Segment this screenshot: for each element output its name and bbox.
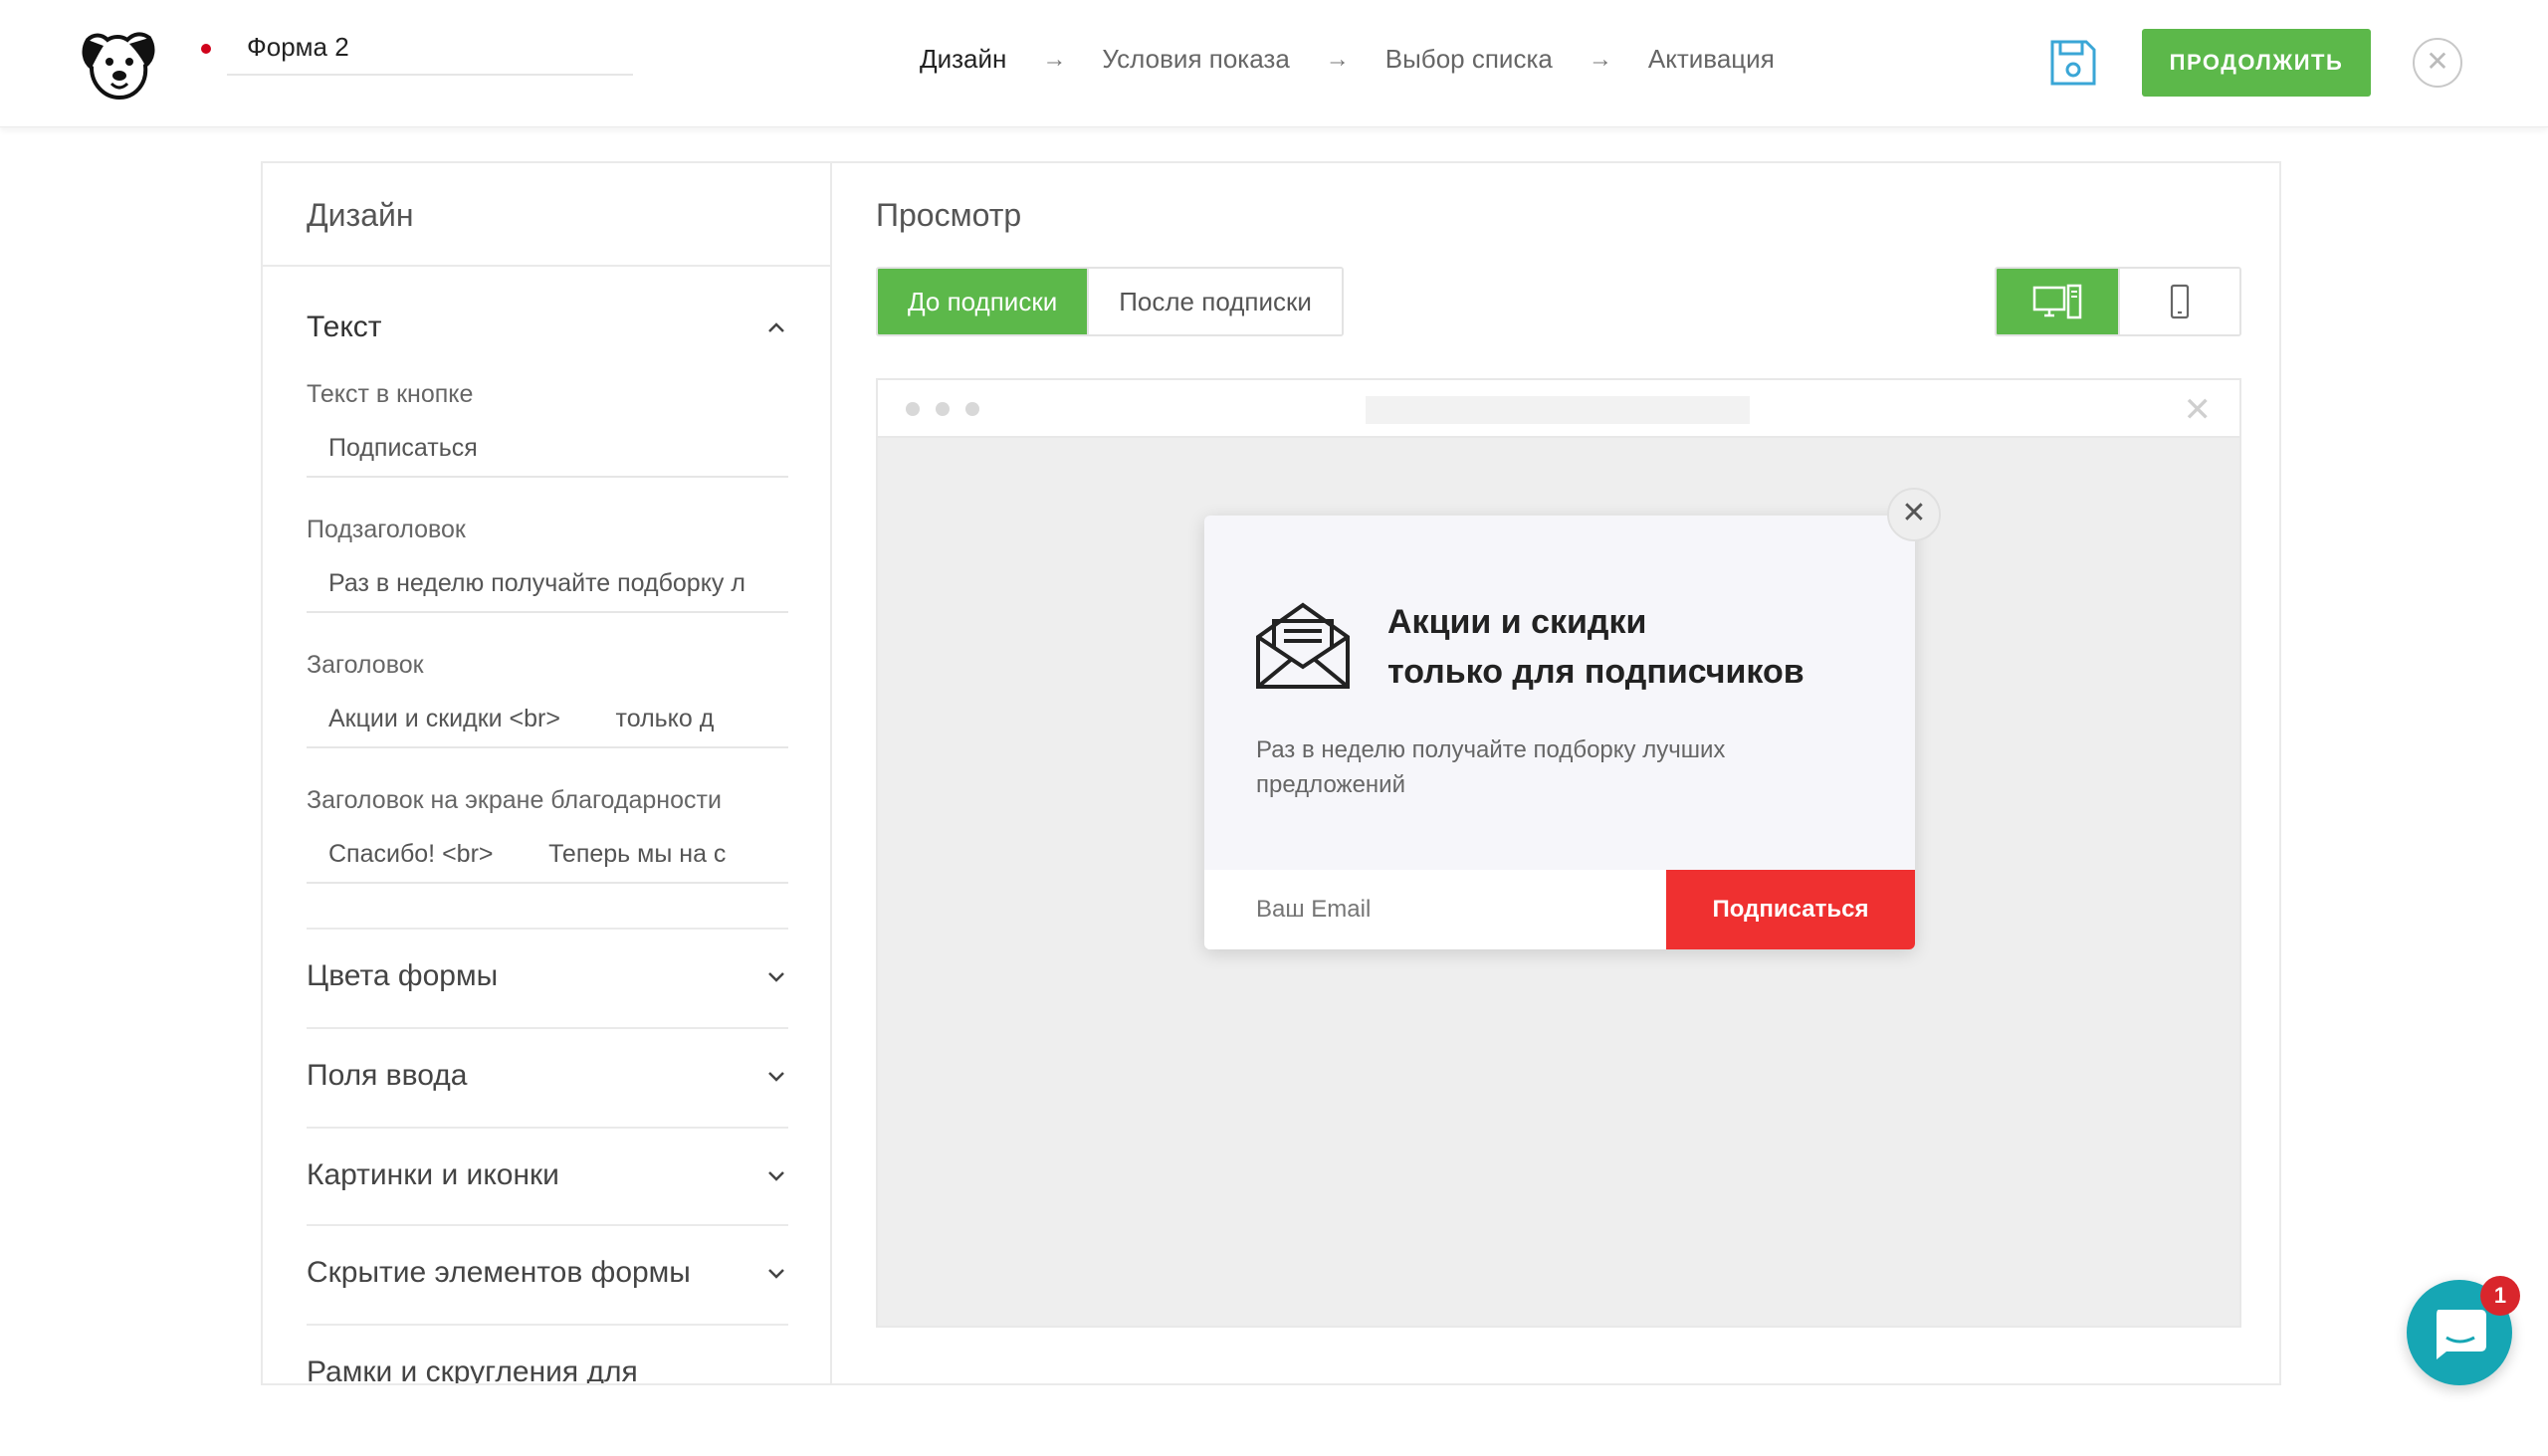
arrow-icon: → [1588,45,1612,73]
divider [307,1224,788,1226]
wizard-steps: Дизайн → Условия показа → Выбор списка →… [920,44,1775,75]
subscription-popup: ✕ Акции и скидки только для подписчиков … [1204,488,1941,949]
chevron-up-icon [768,322,784,332]
settings-panel: Дизайн Текст Текст в кнопке Подписаться … [263,163,832,1383]
step-list-selection[interactable]: Выбор списка [1385,44,1553,75]
tab-after-subscribe[interactable]: После подписки [1087,269,1342,334]
chevron-down-icon [768,972,784,982]
field-label-subtitle: Подзаголовок [307,516,466,543]
popup-form: Подписаться [1204,870,1915,949]
section-text-header[interactable]: Текст [307,311,788,344]
email-input[interactable] [1204,870,1666,949]
step-activation[interactable]: Активация [1648,44,1775,75]
section-title: Скрытие элементов формы [307,1256,691,1289]
section-title: Рамки и скругления для [307,1355,638,1383]
popup-subtitle: Раз в неделю получайте подборку лучших п… [1256,736,1726,798]
browser-mockup: ✕ ✕ Акции и скидки только для подписчико… [876,378,2241,1328]
tab-before-subscribe[interactable]: До подписки [878,269,1088,334]
settings-panel-title: Дизайн [263,163,830,267]
divider [307,1027,788,1029]
continue-button[interactable]: ПРОДОЛЖИТЬ [2142,29,2371,97]
device-toggle [1995,267,2241,336]
notification-badge: 1 [2480,1276,2520,1316]
divider [307,1324,788,1326]
divider [307,1127,788,1129]
title-input[interactable]: Акции и скидки <br> только д [307,689,788,748]
arrow-icon: → [1325,45,1350,73]
step-design[interactable]: Дизайн [920,44,1006,75]
top-bar: Дизайн → Условия показа → Выбор списка →… [0,0,2548,127]
section-borders[interactable]: Рамки и скругления для [307,1355,788,1383]
field-label-button-text: Текст в кнопке [307,380,474,408]
window-dot [936,402,950,416]
section-hide-elements[interactable]: Скрытие элементов формы [307,1256,788,1290]
section-text-title: Текст [307,311,382,343]
section-title: Цвета формы [307,959,499,992]
chevron-down-icon [768,1171,784,1181]
form-name-input[interactable] [227,20,633,76]
popup-title-line: Акции и скидки [1387,603,1647,641]
section-form-colors[interactable]: Цвета формы [307,959,788,993]
desktop-view-button[interactable] [1997,269,2118,334]
browser-close-icon: ✕ [2183,391,2213,429]
browser-toolbar: ✕ [878,380,2239,438]
popup-close-icon[interactable]: ✕ [1887,488,1941,541]
preview-panel: Просмотр До подписки После подписки ✕ ✕ … [834,163,2281,1383]
arrow-icon: → [1042,45,1067,73]
section-title: Картинки и иконки [307,1158,559,1191]
close-icon[interactable]: ✕ [2413,38,2462,88]
thanks-title-input[interactable]: Спасибо! <br> Теперь мы на с [307,824,788,884]
window-dot [965,402,979,416]
preview-title: Просмотр [876,197,1022,233]
section-images-icons[interactable]: Картинки и иконки [307,1158,788,1192]
chevron-down-icon [768,1269,784,1279]
envelope-icon [1256,602,1350,689]
desktop-icon [2032,284,2082,319]
step-display-conditions[interactable]: Условия показа [1102,44,1289,75]
unsaved-indicator [201,44,211,54]
mobile-view-button[interactable] [2118,269,2239,334]
chevron-down-icon [768,1072,784,1082]
editor-card: Дизайн Текст Текст в кнопке Подписаться … [261,161,2281,1385]
subtitle-input[interactable]: Раз в неделю получайте подборку л [307,553,788,613]
section-title: Поля ввода [307,1059,468,1092]
popup-title-line: только для подписчиков [1387,653,1805,691]
field-label-thanks-title: Заголовок на экране благодарности [307,786,722,814]
popup-title: Акции и скидки только для подписчиков [1387,597,1885,697]
divider [307,928,788,930]
dog-logo-icon[interactable] [78,22,159,104]
mobile-icon [2170,284,2190,319]
floppy-save-icon[interactable] [2046,36,2100,90]
preview-state-tabs: До подписки После подписки [876,267,1344,336]
window-dot [906,402,920,416]
section-input-fields[interactable]: Поля ввода [307,1059,788,1093]
subscribe-button[interactable]: Подписаться [1666,870,1915,949]
button-text-input[interactable]: Подписаться [307,418,788,478]
address-bar [1366,396,1750,424]
field-label-title: Заголовок [307,651,424,679]
